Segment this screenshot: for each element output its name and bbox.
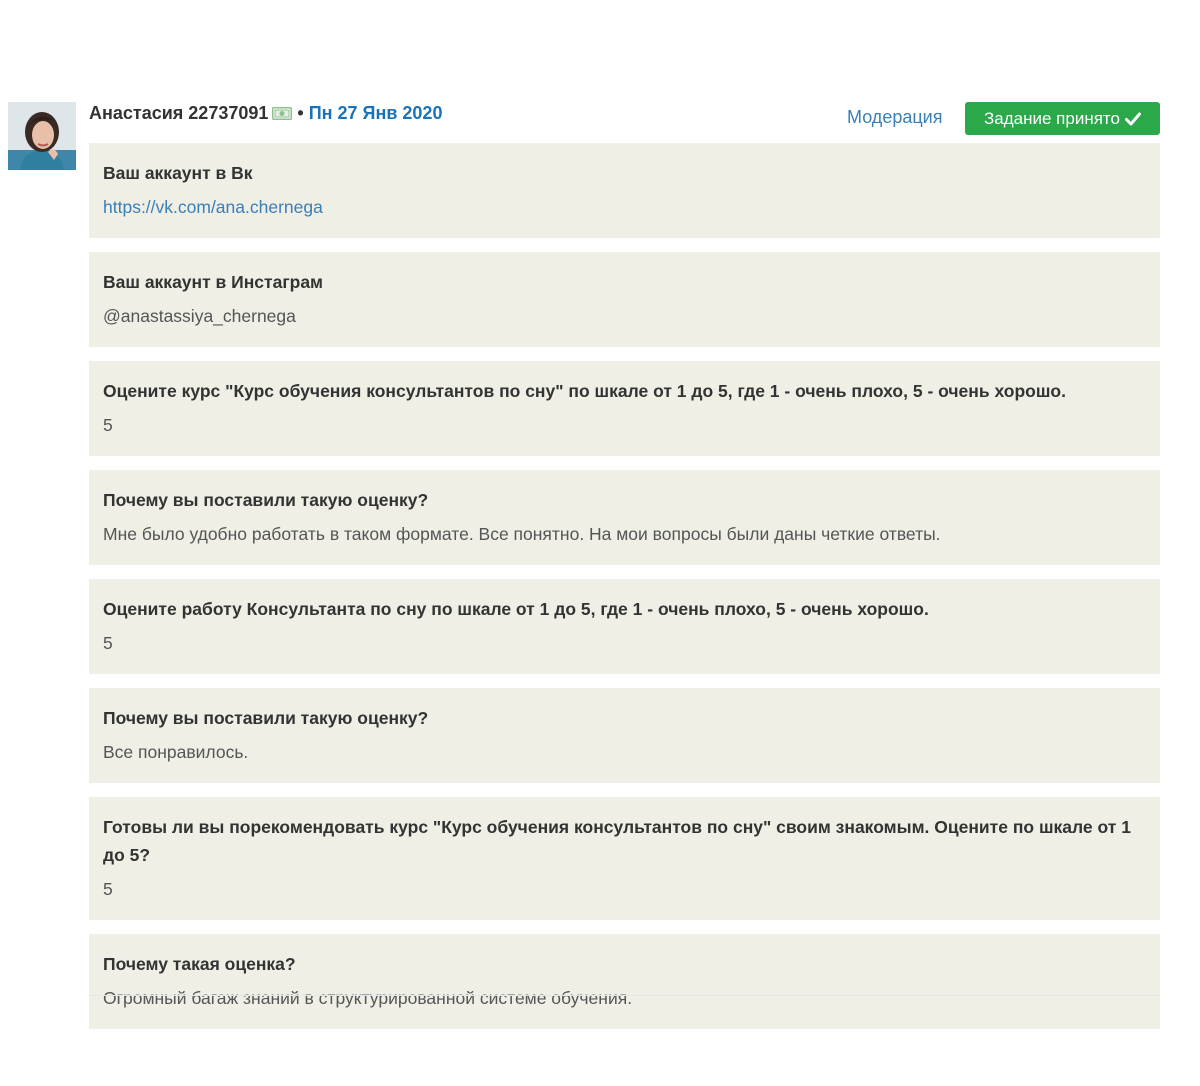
submission-date[interactable]: Пн 27 Янв 2020 (309, 103, 443, 124)
moderation-link[interactable]: Модерация (847, 107, 942, 128)
bottom-divider (89, 995, 1160, 996)
answer-block-recommend-rating: Готовы ли вы порекомендовать курс "Курс … (89, 797, 1160, 920)
answer-text: https://vk.com/ana.chernega (103, 193, 1146, 221)
question-text: Оцените работу Консультанта по сну по шк… (103, 599, 929, 619)
check-icon (1124, 112, 1141, 126)
question-text: Ваш аккаунт в Вк (103, 163, 253, 183)
question-text: Ваш аккаунт в Инстаграм (103, 272, 323, 292)
answer-text: Огромный багаж знаний в структурированно… (103, 988, 633, 1008)
answer-text: 5 (103, 633, 113, 653)
avatar[interactable] (8, 102, 76, 170)
answer-block-course-rating-reason: Почему вы поставили такую оценку? Мне бы… (89, 470, 1160, 565)
answer-text: Все понравилось. (103, 742, 249, 762)
answers-list: Ваш аккаунт в Вк https://vk.com/ana.cher… (89, 143, 1160, 1043)
answer-text: 5 (103, 879, 113, 899)
question-text: Почему вы поставили такую оценку? (103, 490, 429, 510)
vk-profile-link[interactable]: https://vk.com/ana.chernega (103, 197, 323, 217)
answer-block-instagram: Ваш аккаунт в Инстаграм @anastassiya_che… (89, 252, 1160, 347)
answer-text: @anastassiya_chernega (103, 306, 296, 326)
question-text: Оцените курс "Курс обучения консультанто… (103, 381, 1066, 401)
answer-block-consultant-rating-reason: Почему вы поставили такую оценку? Все по… (89, 688, 1160, 783)
submission-header: Анастасия 22737091 • Пн 27 Янв 2020 Моде… (89, 100, 1160, 136)
money-icon (272, 107, 293, 120)
author-line: Анастасия 22737091 • Пн 27 Янв 2020 (89, 103, 442, 124)
answer-text: 5 (103, 415, 113, 435)
separator-dot: • (297, 103, 304, 123)
task-accepted-label: Задание принято (984, 108, 1120, 128)
answer-block-vk: Ваш аккаунт в Вк https://vk.com/ana.cher… (89, 143, 1160, 238)
answer-block-course-rating: Оцените курс "Курс обучения консультанто… (89, 361, 1160, 456)
task-accepted-button[interactable]: Задание принято (965, 102, 1160, 135)
answer-block-recommend-reason: Почему такая оценка? Огромный багаж знан… (89, 934, 1160, 1029)
author-name[interactable]: Анастасия 22737091 (89, 103, 268, 124)
question-text: Почему вы поставили такую оценку? (103, 708, 429, 728)
question-text: Почему такая оценка? (103, 954, 296, 974)
answer-text: Мне было удобно работать в таком формате… (103, 524, 941, 544)
answer-block-consultant-rating: Оцените работу Консультанта по сну по шк… (89, 579, 1160, 674)
question-text: Готовы ли вы порекомендовать курс "Курс … (103, 817, 1131, 865)
